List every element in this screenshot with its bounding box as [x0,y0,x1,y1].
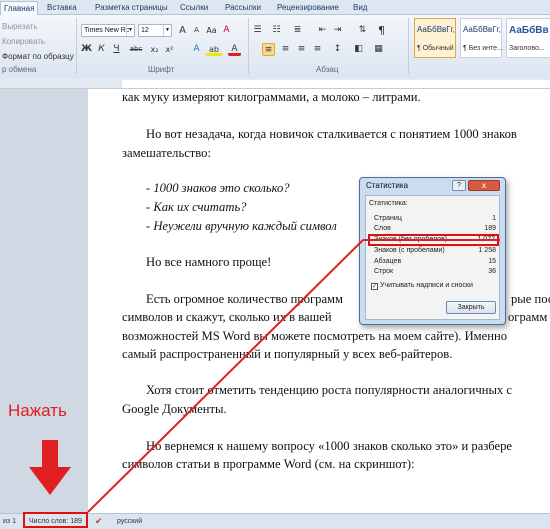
connector-line [87,239,364,513]
word-count-highlight [23,512,88,528]
annotation-overlay [29,239,500,513]
down-arrow-icon [29,440,71,495]
